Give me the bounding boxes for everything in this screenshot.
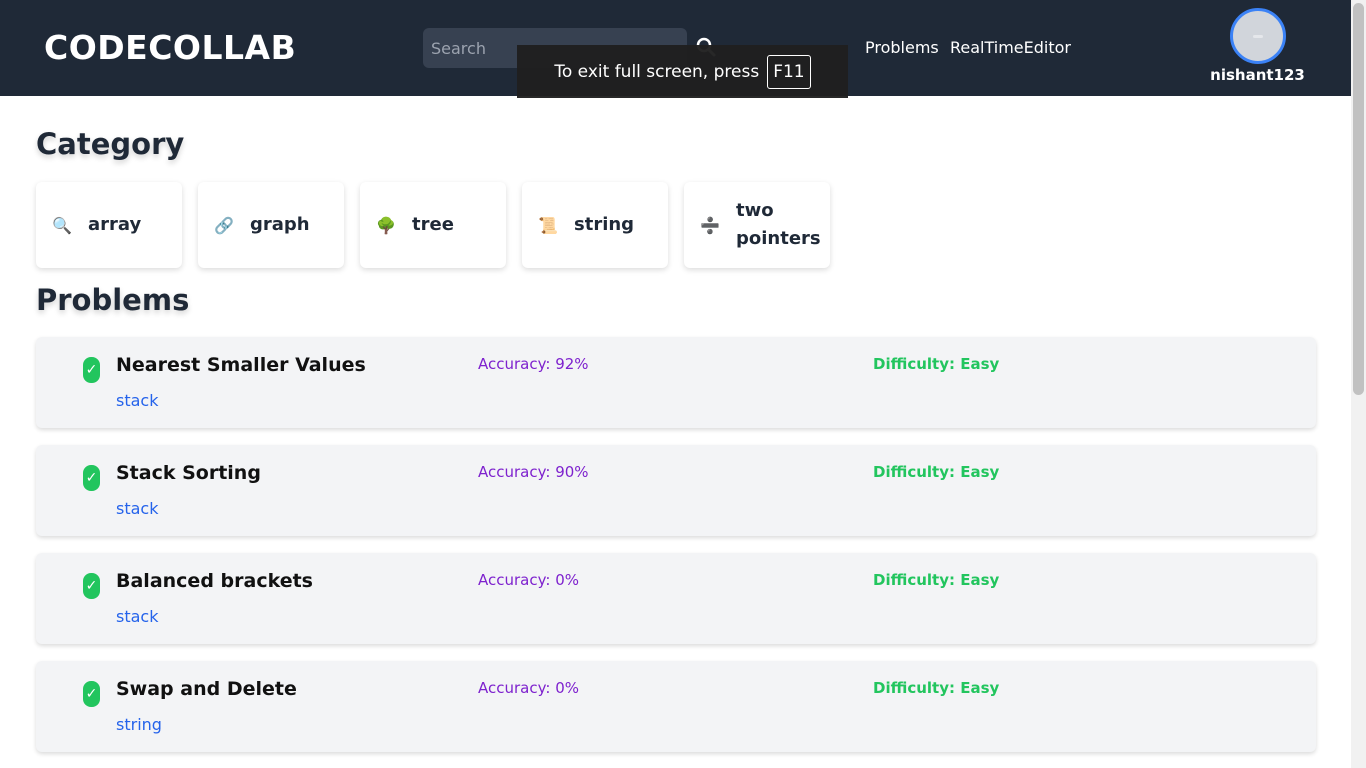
check-icon: ✓ bbox=[83, 573, 100, 599]
avatar-image-placeholder bbox=[1253, 34, 1263, 38]
check-icon: ✓ bbox=[83, 681, 100, 707]
problem-difficulty: Difficulty: Easy bbox=[873, 355, 1000, 373]
problem-tag[interactable]: stack bbox=[116, 391, 158, 410]
problem-accuracy: Accuracy: 0% bbox=[478, 679, 580, 697]
tree-icon: 🌳 bbox=[376, 215, 396, 235]
app-logo[interactable]: CODECOLLAB bbox=[44, 28, 296, 67]
scroll-icon: 📜 bbox=[538, 215, 558, 235]
category-label: array bbox=[88, 214, 142, 235]
category-label: two pointers bbox=[736, 200, 821, 249]
nav-problems-link[interactable]: Problems bbox=[865, 38, 939, 57]
category-card-string[interactable]: 📜 string bbox=[522, 182, 668, 268]
category-card-array[interactable]: 🔍 array bbox=[36, 182, 182, 268]
problem-row[interactable]: ✓ Stack Sorting stack Accuracy: 90% Diff… bbox=[36, 445, 1316, 536]
nav-realtime-editor-link[interactable]: RealTimeEditor bbox=[950, 38, 1071, 57]
problem-difficulty: Difficulty: Easy bbox=[873, 679, 1000, 697]
link-icon: 🔗 bbox=[214, 215, 234, 235]
problem-tag[interactable]: stack bbox=[116, 499, 158, 518]
fullscreen-exit-notice: To exit full screen, press F11 bbox=[517, 45, 848, 98]
check-icon: ✓ bbox=[83, 357, 100, 383]
fullscreen-notice-text: To exit full screen, press bbox=[554, 61, 760, 82]
divide-icon: ➗ bbox=[700, 215, 720, 235]
magnifier-icon: 🔍 bbox=[52, 215, 72, 235]
category-label: string bbox=[574, 214, 635, 235]
category-label: graph bbox=[250, 214, 310, 235]
problem-difficulty: Difficulty: Easy bbox=[873, 571, 1000, 589]
page-scrollbar-thumb[interactable] bbox=[1353, 3, 1364, 395]
category-label: tree bbox=[412, 214, 454, 235]
problems-heading: Problems bbox=[36, 283, 190, 317]
problem-tag[interactable]: stack bbox=[116, 607, 158, 626]
fullscreen-key-badge: F11 bbox=[767, 54, 811, 89]
problem-row[interactable]: ✓ Nearest Smaller Values stack Accuracy:… bbox=[36, 337, 1316, 428]
problem-title[interactable]: Stack Sorting bbox=[116, 462, 261, 484]
problem-tag[interactable]: string bbox=[116, 715, 162, 734]
problem-row[interactable]: ✓ Balanced brackets stack Accuracy: 0% D… bbox=[36, 553, 1316, 644]
avatar[interactable] bbox=[1230, 8, 1286, 64]
problem-accuracy: Accuracy: 0% bbox=[478, 571, 580, 589]
problem-accuracy: Accuracy: 92% bbox=[478, 355, 589, 373]
problem-accuracy: Accuracy: 90% bbox=[478, 463, 589, 481]
problem-title[interactable]: Nearest Smaller Values bbox=[116, 354, 366, 376]
problem-title[interactable]: Swap and Delete bbox=[116, 678, 297, 700]
problem-row[interactable]: ✓ Swap and Delete string Accuracy: 0% Di… bbox=[36, 661, 1316, 752]
problem-title[interactable]: Balanced brackets bbox=[116, 570, 313, 592]
category-card-tree[interactable]: 🌳 tree bbox=[360, 182, 506, 268]
category-card-two-pointers[interactable]: ➗ two pointers bbox=[684, 182, 830, 268]
category-heading: Category bbox=[36, 127, 185, 161]
check-icon: ✓ bbox=[83, 465, 100, 491]
problem-difficulty: Difficulty: Easy bbox=[873, 463, 1000, 481]
username-label: nishant123 bbox=[1210, 66, 1305, 84]
category-card-graph[interactable]: 🔗 graph bbox=[198, 182, 344, 268]
